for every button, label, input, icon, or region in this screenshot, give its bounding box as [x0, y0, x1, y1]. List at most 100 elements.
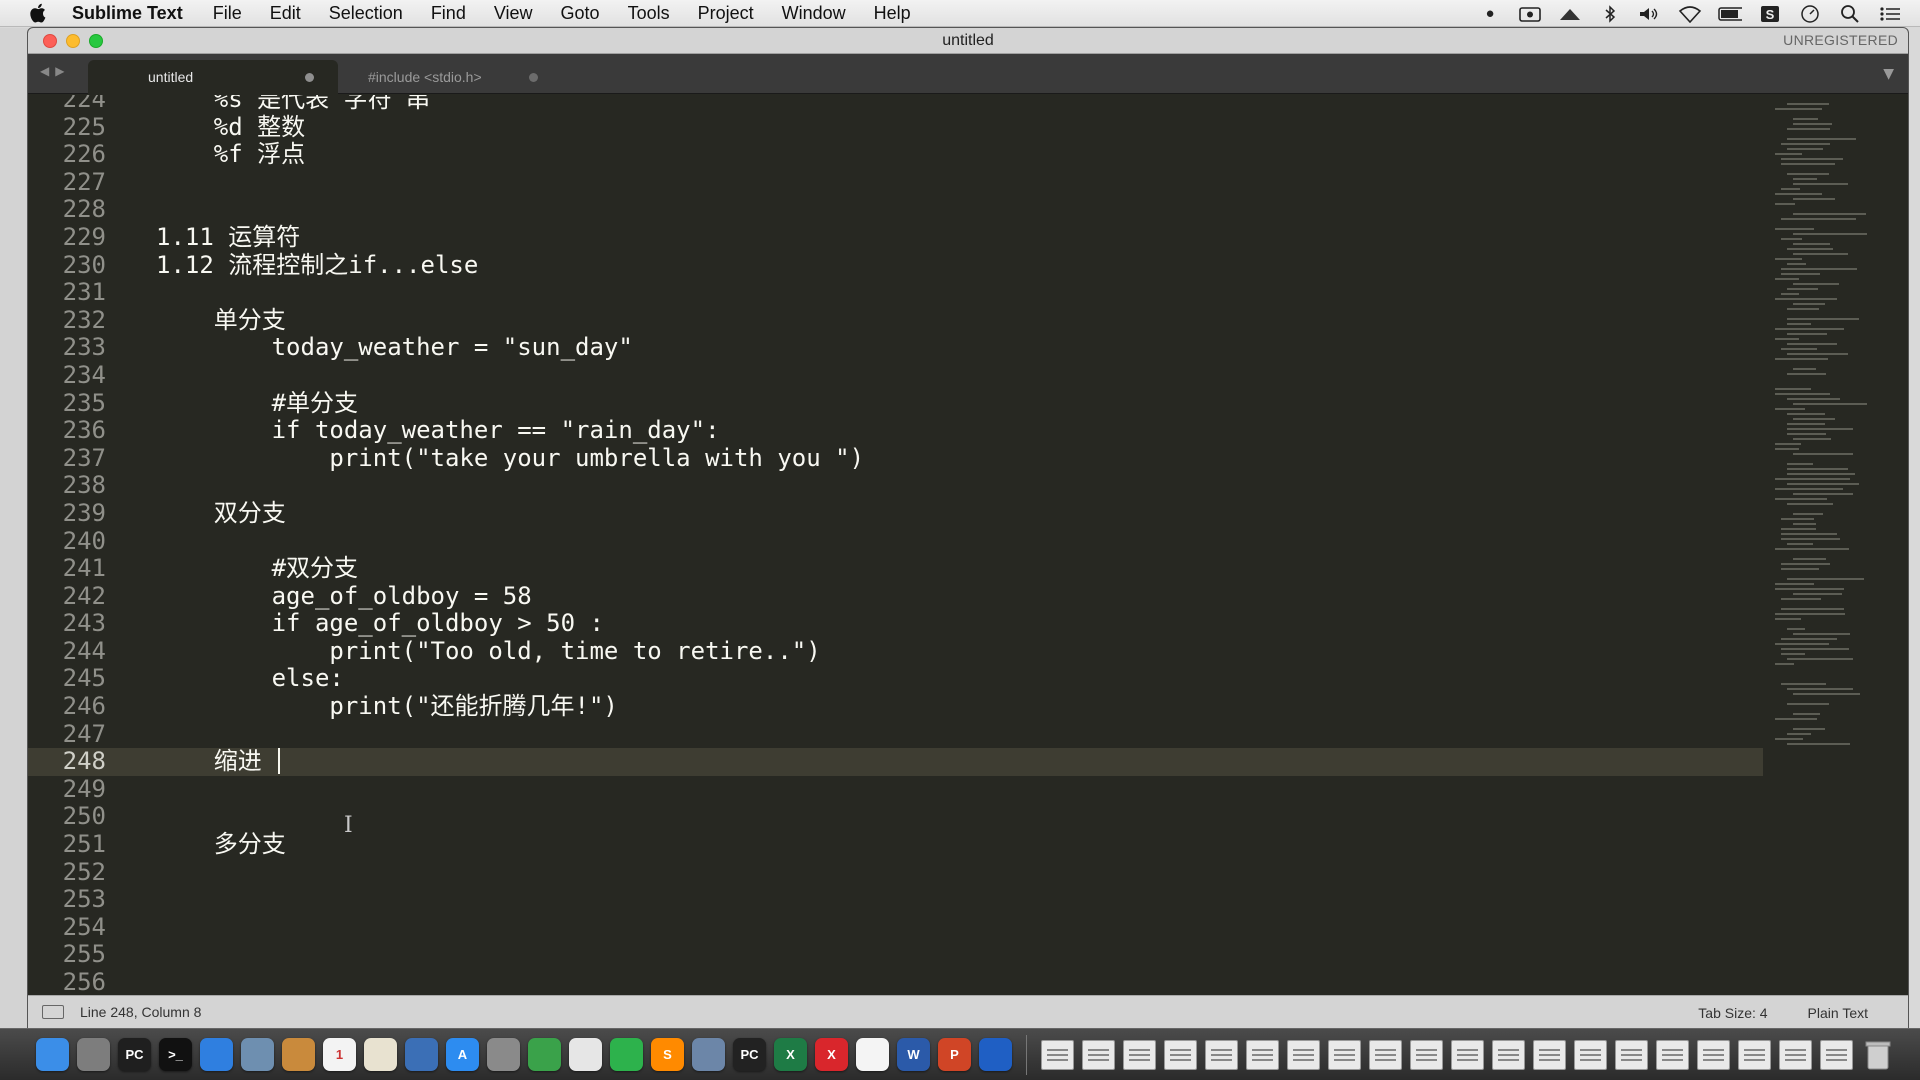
tab-next-icon[interactable]: ▶: [55, 64, 64, 78]
code-line[interactable]: 246 print("还能折腾几年!"): [28, 692, 1763, 721]
code-line[interactable]: 255: [28, 941, 1763, 969]
word-icon[interactable]: W: [897, 1038, 930, 1071]
wifi-icon[interactable]: [1678, 5, 1702, 23]
minimap[interactable]: [1763, 95, 1908, 995]
recent-document-icon[interactable]: [1164, 1039, 1197, 1070]
code-line[interactable]: 236 if today_weather == "rain_day":: [28, 417, 1763, 445]
code-line[interactable]: 240: [28, 527, 1763, 556]
sublime-s-icon[interactable]: S: [1758, 5, 1782, 23]
pycharm-ce-icon[interactable]: PC: [733, 1038, 766, 1071]
code-line[interactable]: 227: [28, 168, 1763, 197]
code-line[interactable]: 226 %f 浮点: [28, 141, 1763, 169]
recent-document-icon[interactable]: [1246, 1039, 1279, 1070]
menu-edit[interactable]: Edit: [270, 3, 301, 24]
code-line[interactable]: 254: [28, 913, 1763, 942]
code-line[interactable]: 234: [28, 361, 1763, 390]
recent-document-icon[interactable]: [1492, 1039, 1525, 1070]
app-menu[interactable]: Sublime Text: [72, 3, 183, 24]
code-line[interactable]: 230 1.12 流程控制之if...else: [28, 251, 1763, 280]
wechat-icon[interactable]: [610, 1038, 643, 1071]
apple-icon[interactable]: [28, 2, 50, 24]
recent-document-icon[interactable]: [1820, 1039, 1853, 1070]
powerpoint-icon[interactable]: P: [938, 1038, 971, 1071]
code-line[interactable]: 237 print("take your umbrella with you "…: [28, 444, 1763, 473]
recent-document-icon[interactable]: [1615, 1039, 1648, 1070]
recent-document-icon[interactable]: [1697, 1039, 1730, 1070]
chrome-icon[interactable]: [569, 1038, 602, 1071]
remote-desktop-icon[interactable]: [692, 1038, 725, 1071]
notification-center-icon[interactable]: [1878, 5, 1902, 23]
menu-selection[interactable]: Selection: [329, 3, 403, 24]
code-line[interactable]: 239 双分支: [28, 499, 1763, 528]
recent-document-icon[interactable]: [1533, 1039, 1566, 1070]
code-line[interactable]: 225 %d 整数: [28, 113, 1763, 142]
cursor-position[interactable]: Line 248, Column 8: [80, 1004, 201, 1020]
numbers-icon[interactable]: [528, 1038, 561, 1071]
menu-file[interactable]: File: [213, 3, 242, 24]
code-line[interactable]: 224 %s 是代表 字符 串: [28, 95, 1763, 114]
menu-help[interactable]: Help: [874, 3, 911, 24]
bluetooth-icon[interactable]: [1598, 4, 1622, 23]
menu-window[interactable]: Window: [782, 3, 846, 24]
code-line[interactable]: 235 #单分支: [28, 389, 1763, 418]
recent-document-icon[interactable]: [1410, 1039, 1443, 1070]
notes-icon[interactable]: [282, 1038, 315, 1071]
code-line[interactable]: 243 if age_of_oldboy > 50 :: [28, 610, 1763, 638]
tab-prev-icon[interactable]: ◀: [40, 64, 49, 78]
code-line[interactable]: 247: [28, 720, 1763, 749]
code-line[interactable]: 252: [28, 858, 1763, 887]
pycharm-icon[interactable]: PC: [118, 1038, 151, 1071]
code-line[interactable]: 238: [28, 472, 1763, 500]
code-editor[interactable]: 224 %s 是代表 字符 串 225 %d 整数 226 %f 浮点 227 228 2…: [28, 95, 1763, 995]
menu-tools[interactable]: Tools: [628, 3, 670, 24]
panel-toggle-icon[interactable]: [42, 1005, 64, 1019]
recent-document-icon[interactable]: [1369, 1039, 1402, 1070]
recent-document-icon[interactable]: [1738, 1039, 1771, 1070]
menu-goto[interactable]: Goto: [561, 3, 600, 24]
recent-document-icon[interactable]: [1205, 1039, 1238, 1070]
menu-project[interactable]: Project: [698, 3, 754, 24]
system-preferences-icon[interactable]: [487, 1038, 520, 1071]
recent-document-icon[interactable]: [1123, 1039, 1156, 1070]
recent-document-icon[interactable]: [1574, 1039, 1607, 1070]
tab-include-stdio[interactable]: #include <stdio.h>: [328, 60, 558, 94]
excel-icon[interactable]: X: [774, 1038, 807, 1071]
textedit-icon[interactable]: [364, 1038, 397, 1071]
xmind-icon[interactable]: X: [815, 1038, 848, 1071]
battery-icon[interactable]: [1718, 5, 1742, 23]
code-line[interactable]: 251 多分支: [28, 830, 1763, 859]
code-line[interactable]: 250: [28, 803, 1763, 831]
code-line[interactable]: 228: [28, 196, 1763, 224]
code-line[interactable]: 233 today_weather = "sun_day": [28, 334, 1763, 362]
teamviewer-icon[interactable]: [979, 1038, 1012, 1071]
code-line[interactable]: 229 1.11 运算符: [28, 223, 1763, 252]
preview-icon[interactable]: [241, 1038, 274, 1071]
code-line[interactable]: 232 单分支: [28, 306, 1763, 335]
code-line[interactable]: 248 缩进: [28, 748, 1763, 776]
spotlight-search-icon[interactable]: [1838, 4, 1862, 23]
keynote-icon[interactable]: [405, 1038, 438, 1071]
screen-record-icon[interactable]: [1518, 5, 1542, 23]
code-line[interactable]: 253: [28, 886, 1763, 914]
unsaved-dot-icon[interactable]: [305, 73, 314, 82]
tab-dropdown-icon[interactable]: ▼: [1883, 66, 1894, 82]
clock-icon[interactable]: [1798, 4, 1822, 23]
safari-icon[interactable]: [200, 1038, 233, 1071]
tab-size-selector[interactable]: Tab Size: 4: [1698, 1005, 1767, 1021]
terminal-icon[interactable]: >_: [159, 1038, 192, 1071]
evernote-icon[interactable]: ●: [1478, 5, 1502, 23]
trash-icon[interactable]: [1861, 1038, 1894, 1071]
volume-icon[interactable]: [1638, 5, 1662, 23]
recent-document-icon[interactable]: [1328, 1039, 1361, 1070]
code-line[interactable]: 256: [28, 968, 1763, 995]
recent-document-icon[interactable]: [1082, 1039, 1115, 1070]
code-line[interactable]: 244 print("Too old, time to retire.."): [28, 637, 1763, 666]
recent-document-icon[interactable]: [1779, 1039, 1812, 1070]
code-line[interactable]: 249: [28, 775, 1763, 804]
sublime-text-icon[interactable]: S: [651, 1038, 684, 1071]
menu-find[interactable]: Find: [431, 3, 466, 24]
app-icon[interactable]: [1558, 5, 1582, 23]
recent-document-icon[interactable]: [1041, 1039, 1074, 1070]
recent-document-icon[interactable]: [1451, 1039, 1484, 1070]
code-line[interactable]: 241 #双分支: [28, 554, 1763, 583]
